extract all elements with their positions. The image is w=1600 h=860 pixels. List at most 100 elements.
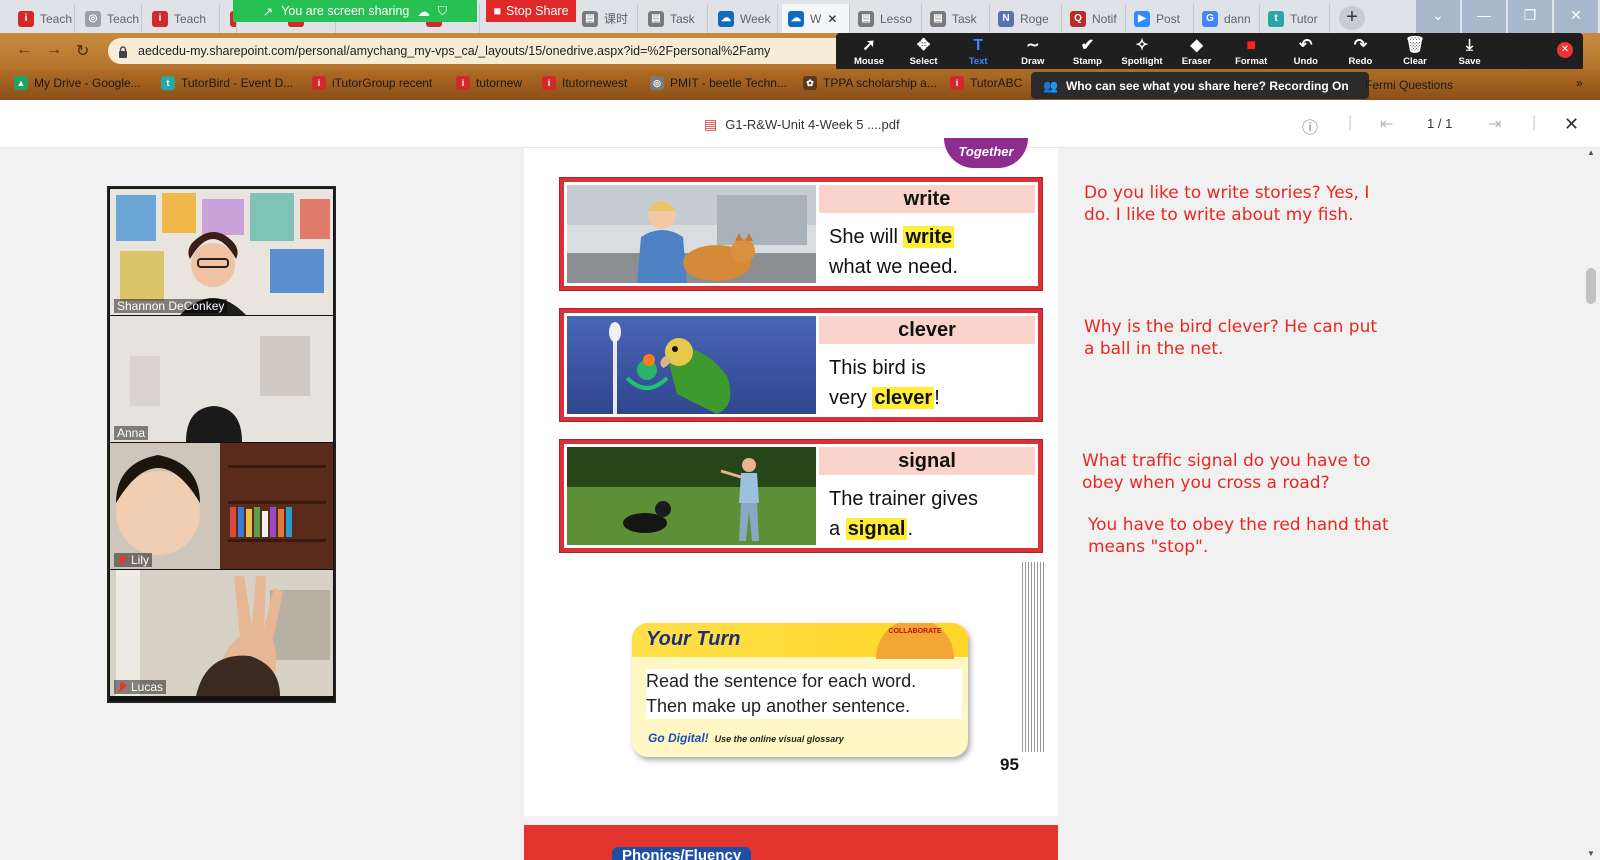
annotate-clear-button[interactable]: 🗑 Clear (1388, 36, 1442, 70)
recording-notice[interactable]: 👥 Who can see what you share here? Recor… (1031, 72, 1369, 99)
redo-icon: ↷ (1353, 37, 1368, 54)
participant-video[interactable]: Anna (110, 316, 333, 442)
bookmark-item[interactable]: i TutorABC (950, 76, 1022, 90)
annotate-stamp-button[interactable]: ✔ Stamp (1060, 36, 1114, 70)
annotate-eraser-button[interactable]: ◆ Eraser (1170, 36, 1224, 70)
restore-button[interactable]: ❐ (1508, 0, 1552, 33)
save-icon: ⤓ (1466, 37, 1474, 54)
close-tab-icon[interactable]: ✕ (827, 12, 837, 26)
example-sentence: This bird is very clever! (829, 357, 940, 409)
bookmark-item[interactable]: i tutornew (456, 76, 522, 90)
tab-search-button[interactable]: ⌄ (1416, 0, 1460, 33)
cloud-icon: ☁ (417, 4, 430, 19)
stop-share-button[interactable]: ■ Stop Share (486, 0, 576, 22)
bookmark-item[interactable]: ✿ TPPA scholarship a... (803, 76, 937, 90)
pdf-file-icon: ▤ (704, 116, 718, 132)
scrollbar-thumb[interactable] (1586, 268, 1596, 304)
browser-tab[interactable]: ▤ Task (642, 4, 708, 33)
browser-tab[interactable]: i Teach (12, 4, 75, 33)
go-digital: Go Digital! Use the online visual glossar… (648, 731, 844, 745)
doc-icon: ▤ (858, 10, 874, 27)
next-page-heading: Phonics/Fluency (612, 847, 752, 860)
address-bar[interactable]: aedcedu-my.sharepoint.com/personal/amych… (108, 38, 848, 64)
bookmarks-overflow-icon[interactable]: » (1576, 76, 1583, 90)
browser-tab[interactable]: ◎ Teach (79, 4, 142, 33)
browser-tab[interactable]: ▤ Task (924, 4, 990, 33)
itutor-icon: i (456, 76, 470, 90)
browser-tab[interactable]: ▤ 课时 (576, 4, 638, 33)
last-page-icon[interactable]: ⇥ (1488, 114, 1501, 134)
scroll-down-icon[interactable]: ▼ (1587, 849, 1595, 858)
annotation-note[interactable]: Do you like to write stories? Yes, I do.… (1084, 182, 1369, 226)
scrollbar[interactable]: ▲ ▼ (1583, 148, 1600, 860)
bookmark-item[interactable]: t TutorBird - Event D... (161, 76, 293, 90)
new-tab-button[interactable]: + (1339, 6, 1365, 30)
parrot-photo (567, 316, 816, 414)
participant-video-feed (110, 316, 333, 442)
divider: | (1532, 114, 1537, 131)
annotate-redo-button[interactable]: ↷ Redo (1333, 36, 1387, 70)
bookmark-item[interactable]: i iTutorGroup recent (312, 76, 432, 90)
news-icon: N (998, 10, 1014, 27)
quora-icon: Q (1070, 10, 1086, 27)
stamp-icon: ✔ (1080, 37, 1095, 54)
participant-name: Anna (114, 426, 149, 440)
format-icon: ■ (1246, 37, 1257, 54)
doc-icon: ▤ (582, 10, 598, 27)
doc-icon: ▤ (930, 10, 946, 27)
annotate-select-button[interactable]: ✥ Select (897, 36, 951, 70)
your-turn-instructions: Read the sentence for each word. Then ma… (646, 669, 962, 719)
annotation-note[interactable]: Why is the bird clever? He can put a bal… (1084, 316, 1377, 360)
vet-cat-photo (567, 185, 816, 283)
back-icon[interactable]: ← (16, 41, 32, 59)
page-number: 95 (1000, 755, 1019, 774)
annotate-format-button[interactable]: ■ Format (1224, 36, 1278, 70)
participant-name: Lucas (114, 680, 167, 694)
participant-name: Lily (114, 553, 153, 567)
your-turn-box: Your Turn COLLABORATE Read the sentence … (632, 623, 968, 757)
window-close-button[interactable]: ✕ (1554, 0, 1598, 33)
browser-tab[interactable]: ▶ Post (1128, 4, 1194, 33)
reload-icon[interactable]: ↻ (76, 41, 89, 61)
close-viewer-icon[interactable]: ✕ (1564, 114, 1579, 135)
info-icon[interactable]: ⓘ (1302, 114, 1318, 138)
next-page-preview: Phonics/Fluency (524, 825, 1058, 860)
annotate-draw-button[interactable]: ∼ Draw (1006, 36, 1060, 70)
participant-video-feed (110, 443, 333, 569)
minimize-button[interactable]: — (1462, 0, 1506, 33)
annotation-note[interactable]: What traffic signal do you have to obey … (1082, 450, 1370, 494)
annotate-mouse-button[interactable]: ➚ Mouse (842, 36, 896, 70)
annotation-note[interactable]: You have to obey the red hand that means… (1088, 514, 1389, 558)
bookmark-item[interactable]: i Itutornewest (542, 76, 627, 90)
tutorbird-icon: t (161, 76, 175, 90)
bookmark-item[interactable]: Fermi Questions (1365, 78, 1453, 92)
browser-tab[interactable]: i Teach (146, 4, 220, 33)
share-icon: ↗ (262, 4, 274, 19)
screen-share-banner[interactable]: ↗ You are screen sharing ☁ ⛉ (233, 0, 477, 22)
participant-video[interactable]: Lucas (110, 570, 333, 696)
annotate-save-button[interactable]: ⤓ Save (1443, 36, 1497, 70)
browser-tab[interactable]: ☁ Week (712, 4, 778, 33)
browser-tab[interactable]: ▤ Lesso (852, 4, 922, 33)
photo-credits (1022, 562, 1046, 752)
first-page-icon[interactable]: ⇤ (1380, 114, 1393, 134)
browser-tab[interactable]: Gdann (1196, 4, 1260, 33)
participant-video[interactable]: Lily (110, 443, 333, 569)
browser-tab-active[interactable]: ☁ W ✕ (782, 4, 850, 33)
together-badge: Together (944, 138, 1028, 168)
browser-tab[interactable]: N Roge (992, 4, 1062, 33)
scroll-up-icon[interactable]: ▲ (1587, 148, 1595, 157)
bookmark-item[interactable]: ◎ PMIT - beetle Techn... (650, 76, 787, 90)
lock-icon (118, 45, 128, 58)
annotate-undo-button[interactable]: ↶ Undo (1279, 36, 1333, 70)
participant-video[interactable]: Shannon DeConkey (110, 189, 333, 315)
browser-tab[interactable]: t Tutor (1262, 4, 1330, 33)
onedrive-icon: ☁ (718, 10, 734, 27)
bookmark-item[interactable]: ▲ My Drive - Google... (14, 76, 141, 90)
close-annotation-icon[interactable]: ✕ (1557, 42, 1573, 58)
annotate-text-button[interactable]: T Text (951, 36, 1005, 70)
participant-name: Shannon DeConkey (114, 299, 228, 313)
browser-tab[interactable]: Q Notif (1064, 4, 1126, 33)
annotate-spotlight-button[interactable]: ✧ Spotlight (1115, 36, 1169, 70)
forward-icon[interactable]: → (46, 41, 62, 59)
